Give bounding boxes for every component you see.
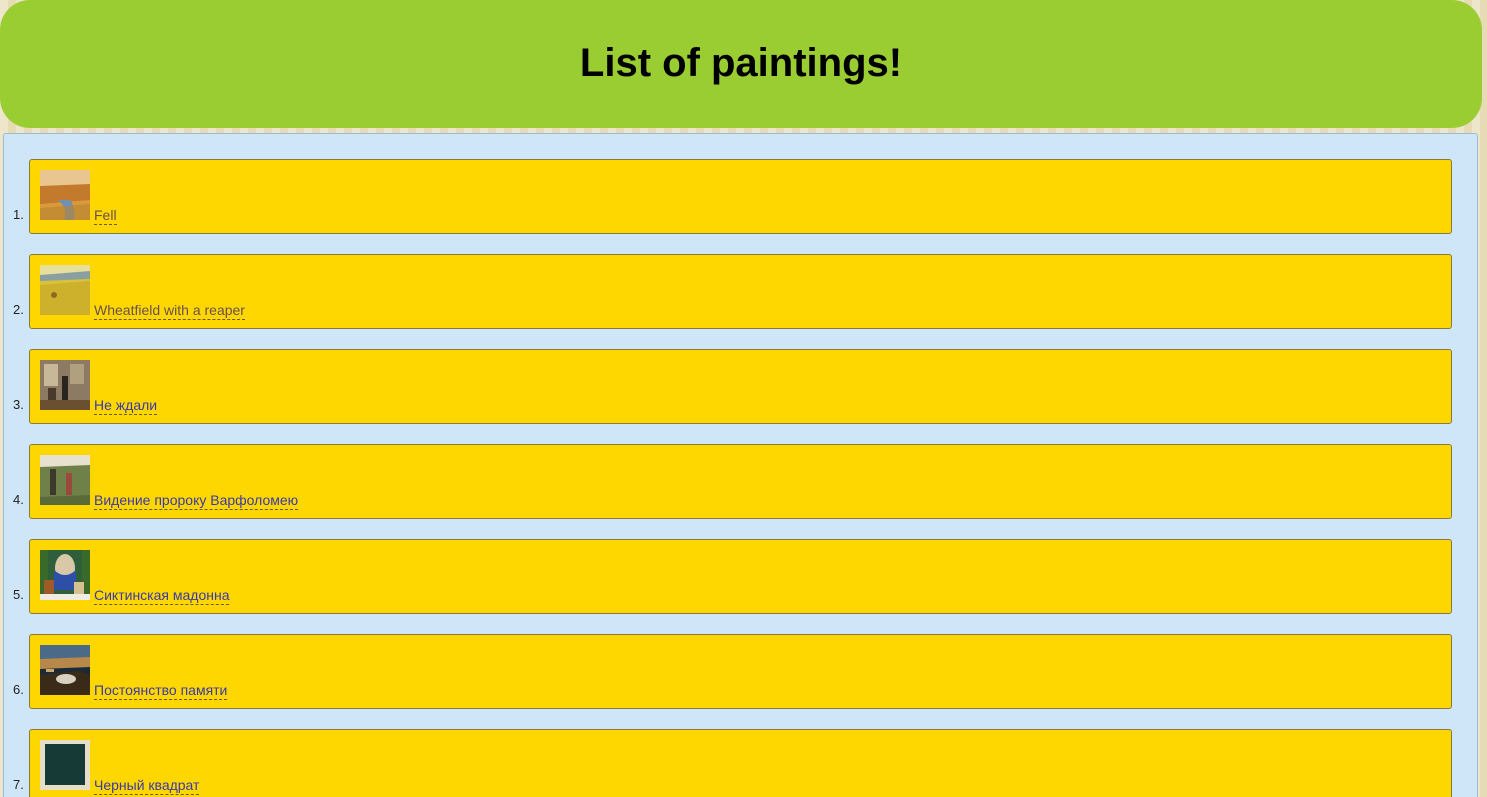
painting-card: Черный квадрат <box>29 729 1452 797</box>
painting-title-link[interactable]: Не ждали <box>94 398 158 415</box>
painting-thumbnail[interactable] <box>40 170 90 220</box>
painting-card: Сиктинская мадонна <box>29 539 1452 614</box>
painting-title-link[interactable]: Постоянство памяти <box>94 683 228 700</box>
item-number: 2. <box>13 302 24 317</box>
item-number: 1. <box>13 207 24 222</box>
list-item: 5. Сиктинская мадонна <box>4 539 1477 614</box>
page: List of paintings! 1. Fell 2. Wheatfield… <box>0 0 1487 797</box>
painting-thumbnail[interactable] <box>40 740 90 790</box>
painting-title-link[interactable]: Видение пророку Варфоломею <box>94 493 299 510</box>
painting-thumbnail[interactable] <box>40 455 90 505</box>
painting-card: Постоянство памяти <box>29 634 1452 709</box>
painting-title-link[interactable]: Сиктинская мадонна <box>94 588 230 605</box>
item-number: 3. <box>13 397 24 412</box>
painting-thumbnail[interactable] <box>40 360 90 410</box>
list-item: 4. Видение пророку Варфоломею <box>4 444 1477 519</box>
item-number: 5. <box>13 587 24 602</box>
painting-thumbnail[interactable] <box>40 645 90 695</box>
list-item: 2. Wheatfield with a reaper <box>4 254 1477 329</box>
item-number: 7. <box>13 777 24 792</box>
painting-title-link[interactable]: Wheatfield with a reaper <box>94 303 245 320</box>
page-title: List of paintings! <box>579 41 903 85</box>
item-number: 6. <box>13 682 24 697</box>
painting-thumbnail[interactable] <box>40 265 90 315</box>
painting-title-link[interactable]: Черный квадрат <box>94 778 200 795</box>
painting-title-link[interactable]: Fell <box>94 208 117 225</box>
list-item: 1. Fell <box>4 159 1477 234</box>
list-item: 7. Черный квадрат <box>4 729 1477 797</box>
painting-card: Не ждали <box>29 349 1452 424</box>
list-item: 6. Постоянство памяти <box>4 634 1477 709</box>
painting-thumbnail[interactable] <box>40 550 90 600</box>
paintings-panel: 1. Fell 2. Wheatfield with a reaper 3. Н… <box>3 133 1478 797</box>
item-number: 4. <box>13 492 24 507</box>
painting-card: Fell <box>29 159 1452 234</box>
page-header: List of paintings! <box>0 0 1482 128</box>
painting-card: Wheatfield with a reaper <box>29 254 1452 329</box>
list-item: 3. Не ждали <box>4 349 1477 424</box>
painting-card: Видение пророку Варфоломею <box>29 444 1452 519</box>
